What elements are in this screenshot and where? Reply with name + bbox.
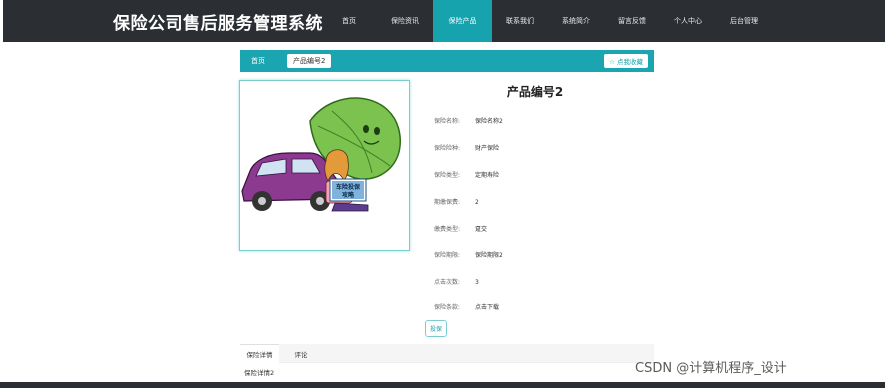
field-label: 保险类型:	[434, 172, 461, 179]
nav-item-admin[interactable]: 后台管理	[716, 0, 772, 42]
field-value: 3	[475, 279, 479, 286]
top-navbar: 保险公司售后服务管理系统 首页 保险资讯 保险产品 联系我们 系统简介 留言反馈…	[3, 0, 885, 42]
tab-comments[interactable]: 评论	[279, 344, 323, 363]
watermark: CSDN @计算机程序_设计	[635, 361, 787, 376]
field-value: 保险期限2	[475, 252, 503, 259]
nav-item-feedback[interactable]: 留言反馈	[604, 0, 660, 42]
field-label: 保险期限:	[434, 252, 461, 259]
field-label: 点击次数:	[434, 279, 461, 286]
product-title: 产品编号2	[506, 85, 564, 99]
car-insurance-illustration: 车险投保 攻略	[241, 97, 401, 212]
breadcrumb-home-link[interactable]: 首页	[251, 56, 265, 66]
nav-item-home[interactable]: 首页	[321, 0, 377, 42]
page: 保险公司售后服务管理系统 首页 保险资讯 保险产品 联系我们 系统简介 留言反馈…	[0, 0, 885, 388]
tab-insurance-details[interactable]: 保险详情	[240, 344, 279, 363]
product-image: 车险投保 攻略	[239, 80, 410, 251]
field-click-count: 点击次数: 3	[434, 277, 479, 286]
field-label: 保险险种:	[434, 145, 461, 152]
field-value: 定期寿险	[475, 172, 500, 179]
field-value: 财产保险	[475, 145, 500, 152]
nav-item-insurance-news[interactable]: 保险资讯	[377, 0, 433, 42]
bottom-bar	[0, 382, 885, 388]
breadcrumb: 首页 产品编号2 ☆ 点我收藏	[240, 50, 654, 72]
field-label: 期缴保费:	[434, 199, 461, 206]
nav-item-system-intro[interactable]: 系统简介	[548, 0, 604, 42]
field-value: 趸交	[475, 226, 488, 233]
svg-text:车险投保: 车险投保	[336, 183, 361, 191]
field-term: 保险期限: 保险期限2	[434, 250, 503, 259]
buy-insurance-button[interactable]: 投保	[425, 320, 447, 337]
field-insurance-name: 保险名称: 保险名称2	[434, 116, 503, 125]
field-insurance-category: 保险险种: 财产保险	[434, 143, 499, 152]
field-value: 保险名称2	[475, 118, 503, 125]
nav-item-contact-us[interactable]: 联系我们	[492, 0, 548, 42]
site-title: 保险公司售后服务管理系统	[113, 14, 323, 34]
detail-tabs: 保险详情 评论	[240, 344, 654, 363]
terms-download-link[interactable]: 点击下载	[475, 304, 499, 311]
field-premium: 期缴保费: 2	[434, 197, 479, 206]
nav-item-insurance-products[interactable]: 保险产品	[433, 0, 492, 42]
field-terms: 保险条款: 点击下载	[434, 302, 499, 311]
breadcrumb-current: 产品编号2	[287, 54, 332, 68]
nav-item-personal-center[interactable]: 个人中心	[660, 0, 716, 42]
field-payment-type: 缴费类型: 趸交	[434, 224, 487, 233]
field-label: 保险条款:	[434, 304, 461, 311]
field-label: 缴费类型:	[434, 226, 461, 233]
main-nav: 首页 保险资讯 保险产品 联系我们 系统简介 留言反馈 个人中心 后台管理	[321, 0, 772, 42]
svg-text:攻略: 攻略	[342, 191, 355, 199]
tab-content: 保险详情2	[244, 369, 275, 377]
field-insurance-type: 保险类型: 定期寿险	[434, 170, 499, 179]
field-label: 保险名称:	[434, 118, 461, 125]
field-value: 2	[475, 199, 479, 206]
favorite-button[interactable]: ☆ 点我收藏	[604, 54, 648, 68]
